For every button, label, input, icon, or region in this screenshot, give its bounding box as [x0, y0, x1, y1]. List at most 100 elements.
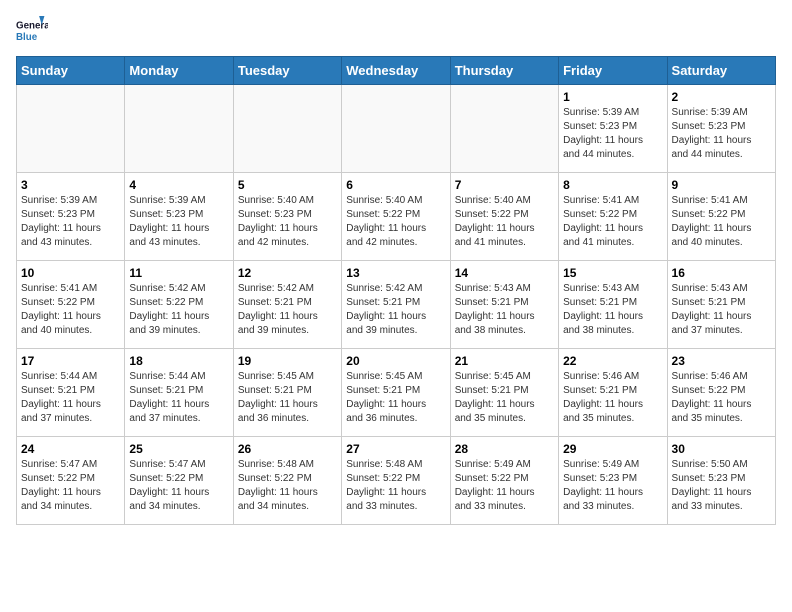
- calendar-cell: 27Sunrise: 5:48 AM Sunset: 5:22 PM Dayli…: [342, 437, 450, 525]
- calendar-week-row: 1Sunrise: 5:39 AM Sunset: 5:23 PM Daylig…: [17, 85, 776, 173]
- day-number: 18: [129, 353, 228, 369]
- calendar-cell: 20Sunrise: 5:45 AM Sunset: 5:21 PM Dayli…: [342, 349, 450, 437]
- day-info: Sunrise: 5:46 AM Sunset: 5:21 PM Dayligh…: [563, 370, 662, 426]
- logo: GeneralBlue: [16, 16, 52, 48]
- calendar-table: SundayMondayTuesdayWednesdayThursdayFrid…: [16, 56, 776, 525]
- calendar-cell: 15Sunrise: 5:43 AM Sunset: 5:21 PM Dayli…: [559, 261, 667, 349]
- day-info: Sunrise: 5:39 AM Sunset: 5:23 PM Dayligh…: [563, 106, 662, 162]
- day-number: 20: [346, 353, 445, 369]
- calendar-header-row: SundayMondayTuesdayWednesdayThursdayFrid…: [17, 57, 776, 85]
- calendar-cell: 30Sunrise: 5:50 AM Sunset: 5:23 PM Dayli…: [667, 437, 775, 525]
- day-info: Sunrise: 5:39 AM Sunset: 5:23 PM Dayligh…: [672, 106, 771, 162]
- day-number: 26: [238, 441, 337, 457]
- calendar-cell: [125, 85, 233, 173]
- calendar-cell: 22Sunrise: 5:46 AM Sunset: 5:21 PM Dayli…: [559, 349, 667, 437]
- calendar-cell: 10Sunrise: 5:41 AM Sunset: 5:22 PM Dayli…: [17, 261, 125, 349]
- calendar-cell: [450, 85, 558, 173]
- day-info: Sunrise: 5:45 AM Sunset: 5:21 PM Dayligh…: [346, 370, 445, 426]
- day-number: 8: [563, 177, 662, 193]
- page-header: GeneralBlue: [16, 16, 776, 48]
- day-number: 22: [563, 353, 662, 369]
- day-info: Sunrise: 5:39 AM Sunset: 5:23 PM Dayligh…: [129, 194, 228, 250]
- calendar-cell: 4Sunrise: 5:39 AM Sunset: 5:23 PM Daylig…: [125, 173, 233, 261]
- calendar-cell: 3Sunrise: 5:39 AM Sunset: 5:23 PM Daylig…: [17, 173, 125, 261]
- logo-icon: GeneralBlue: [16, 16, 48, 48]
- calendar-cell: 7Sunrise: 5:40 AM Sunset: 5:22 PM Daylig…: [450, 173, 558, 261]
- day-number: 13: [346, 265, 445, 281]
- day-info: Sunrise: 5:44 AM Sunset: 5:21 PM Dayligh…: [21, 370, 120, 426]
- day-number: 3: [21, 177, 120, 193]
- day-info: Sunrise: 5:50 AM Sunset: 5:23 PM Dayligh…: [672, 458, 771, 514]
- day-info: Sunrise: 5:41 AM Sunset: 5:22 PM Dayligh…: [563, 194, 662, 250]
- day-number: 23: [672, 353, 771, 369]
- calendar-cell: 9Sunrise: 5:41 AM Sunset: 5:22 PM Daylig…: [667, 173, 775, 261]
- day-number: 14: [455, 265, 554, 281]
- calendar-week-row: 17Sunrise: 5:44 AM Sunset: 5:21 PM Dayli…: [17, 349, 776, 437]
- weekday-header: Tuesday: [233, 57, 341, 85]
- day-number: 9: [672, 177, 771, 193]
- day-number: 21: [455, 353, 554, 369]
- day-number: 17: [21, 353, 120, 369]
- day-info: Sunrise: 5:41 AM Sunset: 5:22 PM Dayligh…: [672, 194, 771, 250]
- day-number: 6: [346, 177, 445, 193]
- day-info: Sunrise: 5:43 AM Sunset: 5:21 PM Dayligh…: [672, 282, 771, 338]
- calendar-cell: 14Sunrise: 5:43 AM Sunset: 5:21 PM Dayli…: [450, 261, 558, 349]
- svg-text:General: General: [16, 20, 48, 31]
- calendar-cell: 12Sunrise: 5:42 AM Sunset: 5:21 PM Dayli…: [233, 261, 341, 349]
- calendar-cell: 26Sunrise: 5:48 AM Sunset: 5:22 PM Dayli…: [233, 437, 341, 525]
- day-number: 12: [238, 265, 337, 281]
- calendar-cell: 21Sunrise: 5:45 AM Sunset: 5:21 PM Dayli…: [450, 349, 558, 437]
- day-info: Sunrise: 5:40 AM Sunset: 5:22 PM Dayligh…: [346, 194, 445, 250]
- calendar-cell: 5Sunrise: 5:40 AM Sunset: 5:23 PM Daylig…: [233, 173, 341, 261]
- calendar-cell: 19Sunrise: 5:45 AM Sunset: 5:21 PM Dayli…: [233, 349, 341, 437]
- calendar-cell: 25Sunrise: 5:47 AM Sunset: 5:22 PM Dayli…: [125, 437, 233, 525]
- day-info: Sunrise: 5:42 AM Sunset: 5:22 PM Dayligh…: [129, 282, 228, 338]
- calendar-cell: [17, 85, 125, 173]
- day-info: Sunrise: 5:39 AM Sunset: 5:23 PM Dayligh…: [21, 194, 120, 250]
- weekday-header: Sunday: [17, 57, 125, 85]
- day-number: 15: [563, 265, 662, 281]
- day-info: Sunrise: 5:42 AM Sunset: 5:21 PM Dayligh…: [238, 282, 337, 338]
- calendar-cell: 8Sunrise: 5:41 AM Sunset: 5:22 PM Daylig…: [559, 173, 667, 261]
- day-number: 30: [672, 441, 771, 457]
- day-info: Sunrise: 5:46 AM Sunset: 5:22 PM Dayligh…: [672, 370, 771, 426]
- day-number: 28: [455, 441, 554, 457]
- day-info: Sunrise: 5:43 AM Sunset: 5:21 PM Dayligh…: [455, 282, 554, 338]
- calendar-week-row: 10Sunrise: 5:41 AM Sunset: 5:22 PM Dayli…: [17, 261, 776, 349]
- day-number: 25: [129, 441, 228, 457]
- weekday-header: Saturday: [667, 57, 775, 85]
- day-info: Sunrise: 5:42 AM Sunset: 5:21 PM Dayligh…: [346, 282, 445, 338]
- calendar-cell: 18Sunrise: 5:44 AM Sunset: 5:21 PM Dayli…: [125, 349, 233, 437]
- calendar-cell: 28Sunrise: 5:49 AM Sunset: 5:22 PM Dayli…: [450, 437, 558, 525]
- day-info: Sunrise: 5:40 AM Sunset: 5:22 PM Dayligh…: [455, 194, 554, 250]
- day-number: 1: [563, 89, 662, 105]
- day-info: Sunrise: 5:48 AM Sunset: 5:22 PM Dayligh…: [346, 458, 445, 514]
- day-number: 29: [563, 441, 662, 457]
- day-info: Sunrise: 5:48 AM Sunset: 5:22 PM Dayligh…: [238, 458, 337, 514]
- calendar-cell: [342, 85, 450, 173]
- calendar-cell: 11Sunrise: 5:42 AM Sunset: 5:22 PM Dayli…: [125, 261, 233, 349]
- calendar-week-row: 3Sunrise: 5:39 AM Sunset: 5:23 PM Daylig…: [17, 173, 776, 261]
- day-number: 10: [21, 265, 120, 281]
- day-info: Sunrise: 5:49 AM Sunset: 5:23 PM Dayligh…: [563, 458, 662, 514]
- day-info: Sunrise: 5:45 AM Sunset: 5:21 PM Dayligh…: [238, 370, 337, 426]
- day-info: Sunrise: 5:47 AM Sunset: 5:22 PM Dayligh…: [21, 458, 120, 514]
- day-info: Sunrise: 5:49 AM Sunset: 5:22 PM Dayligh…: [455, 458, 554, 514]
- calendar-cell: 6Sunrise: 5:40 AM Sunset: 5:22 PM Daylig…: [342, 173, 450, 261]
- calendar-cell: 16Sunrise: 5:43 AM Sunset: 5:21 PM Dayli…: [667, 261, 775, 349]
- calendar-cell: 24Sunrise: 5:47 AM Sunset: 5:22 PM Dayli…: [17, 437, 125, 525]
- day-number: 24: [21, 441, 120, 457]
- day-info: Sunrise: 5:43 AM Sunset: 5:21 PM Dayligh…: [563, 282, 662, 338]
- calendar-week-row: 24Sunrise: 5:47 AM Sunset: 5:22 PM Dayli…: [17, 437, 776, 525]
- calendar-cell: 23Sunrise: 5:46 AM Sunset: 5:22 PM Dayli…: [667, 349, 775, 437]
- day-info: Sunrise: 5:41 AM Sunset: 5:22 PM Dayligh…: [21, 282, 120, 338]
- calendar-cell: 17Sunrise: 5:44 AM Sunset: 5:21 PM Dayli…: [17, 349, 125, 437]
- day-info: Sunrise: 5:44 AM Sunset: 5:21 PM Dayligh…: [129, 370, 228, 426]
- weekday-header: Friday: [559, 57, 667, 85]
- svg-text:Blue: Blue: [16, 32, 38, 43]
- calendar-cell: 1Sunrise: 5:39 AM Sunset: 5:23 PM Daylig…: [559, 85, 667, 173]
- calendar-cell: [233, 85, 341, 173]
- day-number: 7: [455, 177, 554, 193]
- day-number: 11: [129, 265, 228, 281]
- day-number: 4: [129, 177, 228, 193]
